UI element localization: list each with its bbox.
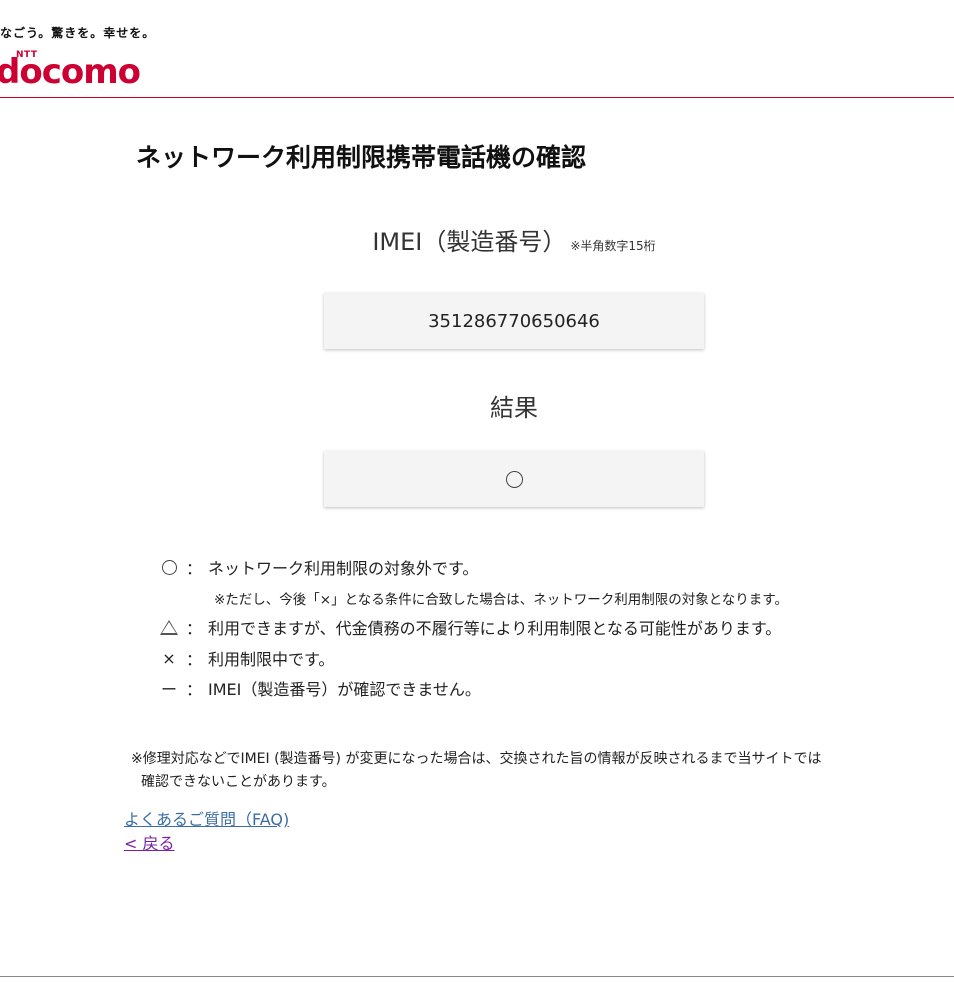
legend-symbol: ー (160, 680, 177, 699)
legend-item-cross: × ： 利用制限中です。 (158, 646, 334, 670)
circle-icon (505, 470, 523, 488)
legend-text: 利用できますが、代金債務の不履行等により利用制限となる可能性があります。 (208, 619, 782, 638)
legend-symbol (158, 619, 180, 635)
page-title: ネットワーク利用制限携帯電話機の確認 (136, 143, 587, 172)
footnote: ※修理対応などでIMEI (製造番号) が変更になった場合は、交換された旨の情報… (131, 748, 921, 794)
footnote-line-2: 確認できないことがあります。 (141, 774, 336, 790)
result-label: 結果 (490, 394, 538, 422)
imei-value-field: 351286770650646 (324, 293, 704, 349)
legend-colon: ： (185, 650, 202, 669)
header: なごう。驚きを。幸せを。 NTT docomo (0, 0, 954, 98)
legend-item-dash: ー ： IMEI（製造番号）が確認できません。 (158, 676, 481, 700)
footnote-line-1: ※修理対応などでIMEI (製造番号) が変更になった場合は、交換された旨の情報… (131, 751, 822, 767)
brand-tagline: なごう。驚きを。幸せを。 (0, 26, 156, 40)
faq-link[interactable]: よくあるご質問（FAQ) (124, 806, 289, 830)
result-value-field (324, 451, 704, 507)
imei-note: ※半角数字15桁 (570, 239, 656, 253)
bottom-divider (0, 976, 954, 977)
legend-colon: ： (185, 619, 202, 638)
legend-colon: ： (185, 559, 202, 578)
legend-symbol (158, 559, 180, 575)
legend-text: IMEI（製造番号）が確認できません。 (208, 680, 481, 699)
legend-colon: ： (185, 680, 202, 699)
legend-sub-note: ※ただし、今後「×」となる条件に合致した場合は、ネットワーク利用制限の対象となり… (214, 592, 788, 608)
back-link[interactable]: < 戻る (124, 830, 175, 854)
legend-item-circle: ： ネットワーク利用制限の対象外です。 (158, 555, 478, 579)
docomo-logo[interactable]: docomo (0, 52, 141, 92)
legend-text: ネットワーク利用制限の対象外です。 (208, 559, 479, 578)
imei-label-row: IMEI（製造番号） ※半角数字15桁 (324, 222, 704, 257)
imei-label: IMEI（製造番号） (372, 228, 567, 256)
legend-symbol: × (162, 648, 176, 668)
circle-icon (161, 559, 177, 575)
triangle-icon (160, 619, 178, 635)
legend-item-triangle: ： 利用できますが、代金債務の不履行等により利用制限となる可能性があります。 (158, 615, 781, 639)
imei-value: 351286770650646 (428, 310, 600, 332)
page: なごう。驚きを。幸せを。 NTT docomo ネットワーク利用制限携帯電話機の… (0, 0, 954, 982)
legend-text: 利用制限中です。 (208, 650, 335, 669)
